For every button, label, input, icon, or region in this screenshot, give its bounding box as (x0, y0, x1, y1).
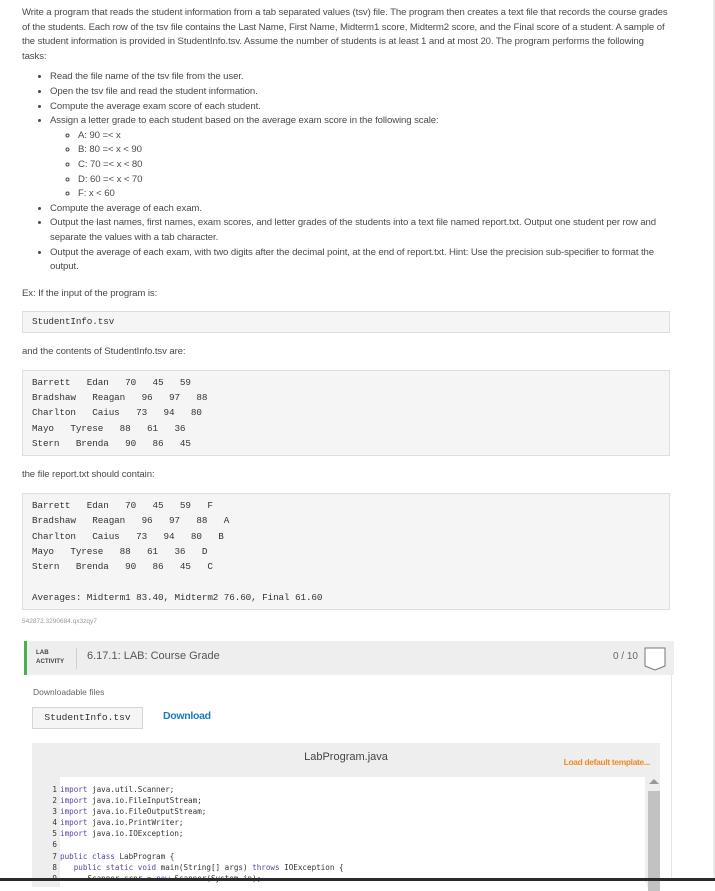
line-number: 5 (52, 829, 57, 839)
task-item: Assign a letter grade to each student ba… (50, 114, 670, 202)
code-line: 4 import java.io.PrintWriter; (32, 817, 344, 828)
task-item: Compute the average exam score of each s… (50, 100, 670, 115)
code-text: import java.util.Scanner; (60, 785, 175, 794)
task-item: Read the file name of the tsv file from … (50, 70, 670, 85)
example-intro: Ex: If the input of the program is: (22, 287, 158, 299)
example-input-box: StudentInfo.tsv (22, 311, 670, 334)
contents-intro: and the contents of StudentInfo.tsv are: (22, 346, 186, 358)
line-number: 1 (52, 785, 57, 794)
task-item: Output the last names, first names, exam… (50, 216, 670, 245)
line-number: 6 (52, 840, 57, 850)
line-number: 8 (52, 862, 57, 872)
data-row: Charlton Caius 73 94 80 (32, 407, 202, 419)
code-text: import java.io.FileInputStream; (60, 796, 202, 806)
data-row: Barrett Edan 70 45 59 F (32, 499, 213, 511)
code-line: 6 (32, 839, 344, 850)
tsv-contents-box: Barrett Edan 70 45 59 Bradshaw Reagan 96 … (22, 369, 670, 457)
data-row: Stern Brenda 90 86 45 C (32, 561, 213, 573)
code-lines: 1 import java.util.Scanner; 2 import java.i… (32, 784, 344, 884)
load-default-template-link[interactable]: Load default template... (564, 757, 651, 767)
code-line: 7 public class LabProgram { (32, 851, 344, 862)
grade-scale-item: A: 90 =< x (78, 129, 670, 144)
report-contents-box: Barrett Edan 70 45 59 F Bradshaw Reagan 9… (22, 492, 670, 611)
downloadable-file-name: StudentInfo.tsv (32, 707, 143, 729)
problem-description: Write a program that reads the student i… (22, 6, 670, 611)
downloadable-files-label: Downloadable files (33, 687, 105, 697)
lab-tag-line: ACTIVITY (36, 657, 65, 665)
averages-line: Averages: Midterm1 83.40, Midterm2 76.60… (32, 591, 323, 603)
content-hash-id: 542872.3290684.qx3zqy7 (22, 618, 97, 625)
intro-paragraph: Write a program that reads the student i… (22, 7, 668, 62)
lab-activity-tag: LAB ACTIVITY (36, 649, 64, 666)
lab-title: 6.17.1: LAB: Course Grade (87, 650, 220, 662)
line-number: 2 (52, 796, 57, 806)
grade-scale-item: F: x < 60 (78, 187, 670, 202)
task-item-text: Assign a letter grade to each student ba… (50, 115, 439, 127)
task-list: Read the file name of the tsv file from … (22, 70, 670, 274)
code-line: 2 import java.io.FileInputStream; (32, 795, 344, 806)
code-line: 3 import java.io.FileOutputStream; (32, 806, 344, 817)
line-number: 7 (52, 851, 57, 861)
code-line: 8 public static void main(String[] args)… (32, 862, 344, 873)
code-line: 5 import java.io.IOException; (32, 828, 344, 839)
data-row: Stern Brenda 90 86 45 (32, 438, 191, 450)
scroll-up-arrow-icon[interactable] (649, 779, 659, 784)
code-editor-panel: LabProgram.java Load default template...… (32, 743, 660, 891)
lab-activity: LAB ACTIVITY 6.17.1: LAB: Course Grade 0… (24, 641, 674, 891)
lab-header-divider (76, 648, 77, 669)
grade-scale-item: D: 60 =< x < 70 (78, 173, 670, 188)
lab-score: 0 / 10 (612, 651, 638, 662)
code-line: 1 import java.util.Scanner; (32, 784, 344, 795)
code-text: import java.io.FileOutputStream; (60, 807, 207, 817)
task-item: Open the tsv file and read the student i… (50, 85, 670, 100)
grade-scale-list: A: 90 =< x B: 80 =< x < 90 C: 70 =< x < … (50, 129, 670, 202)
code-text: public class LabProgram { (60, 851, 175, 861)
data-row: Bradshaw Reagan 96 97 88 A (32, 515, 230, 527)
grade-scale-item: C: 70 =< x < 80 (78, 158, 670, 173)
editor-scrollbar-thumb[interactable] (648, 791, 660, 891)
lab-tag-line: LAB (36, 649, 49, 656)
task-item: Compute the average of each exam. (50, 202, 670, 217)
line-number: 4 (52, 818, 57, 828)
report-intro: the file report.txt should contain: (22, 469, 155, 481)
code-text: import java.io.PrintWriter; (60, 818, 184, 828)
code-text: public static void main(String[] args) t… (73, 862, 344, 872)
data-row: Mayo Tyrese 88 61 36 (32, 422, 186, 434)
task-item: Output the average of each exam, with tw… (50, 246, 670, 275)
lab-header: LAB ACTIVITY 6.17.1: LAB: Course Grade 0… (24, 641, 674, 675)
data-row: Mayo Tyrese 88 61 36 D (32, 545, 208, 557)
data-row: Barrett Edan 70 45 59 (32, 376, 191, 388)
completion-badge-icon (644, 647, 666, 676)
download-link[interactable]: Download (163, 710, 211, 722)
grade-scale-item: B: 80 =< x < 90 (78, 143, 670, 158)
data-row: Bradshaw Reagan 96 97 88 (32, 392, 208, 404)
code-text: import java.io.IOException; (60, 829, 184, 839)
line-number: 3 (52, 807, 57, 817)
data-row: Charlton Caius 73 94 80 B (32, 530, 224, 542)
